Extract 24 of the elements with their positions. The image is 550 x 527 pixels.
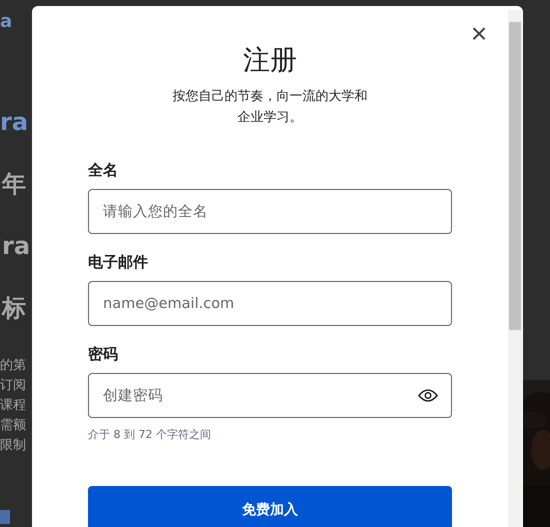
background-text: a bbox=[0, 12, 12, 32]
background-text: ra bbox=[1, 231, 32, 262]
background-text: 课程 bbox=[0, 397, 26, 415]
background-bar bbox=[0, 510, 10, 524]
background-text: 年 bbox=[0, 169, 27, 200]
background-text: 订阅 bbox=[0, 377, 26, 395]
input-field[interactable]: name@email.com bbox=[88, 281, 452, 326]
background-text: 限制 bbox=[0, 437, 26, 455]
join-button[interactable]: 免费加入 bbox=[88, 486, 452, 527]
close-button[interactable]: × bbox=[468, 22, 490, 46]
input-field[interactable]: 请输入您的全名 bbox=[88, 189, 452, 234]
dialog-title: 注册 bbox=[242, 44, 298, 78]
field-label: 电子邮件 bbox=[88, 252, 148, 272]
background-text: 标 bbox=[0, 293, 27, 324]
input-field[interactable]: 创建密码 bbox=[88, 373, 452, 418]
field-label: 全名 bbox=[88, 160, 118, 180]
password-hint: 介于 8 到 72 个字符之间 bbox=[88, 428, 211, 442]
background-text: ra bbox=[0, 107, 28, 138]
dialog-subtitle: 按您自己的节奏，向一流的大学和企业学习。 bbox=[172, 88, 368, 127]
show-password-icon[interactable] bbox=[418, 388, 438, 403]
field-label: 密码 bbox=[88, 344, 118, 364]
background-text: 需额 bbox=[0, 417, 26, 435]
background-text: 的第 bbox=[0, 357, 26, 375]
scrollbar[interactable] bbox=[508, 10, 522, 527]
